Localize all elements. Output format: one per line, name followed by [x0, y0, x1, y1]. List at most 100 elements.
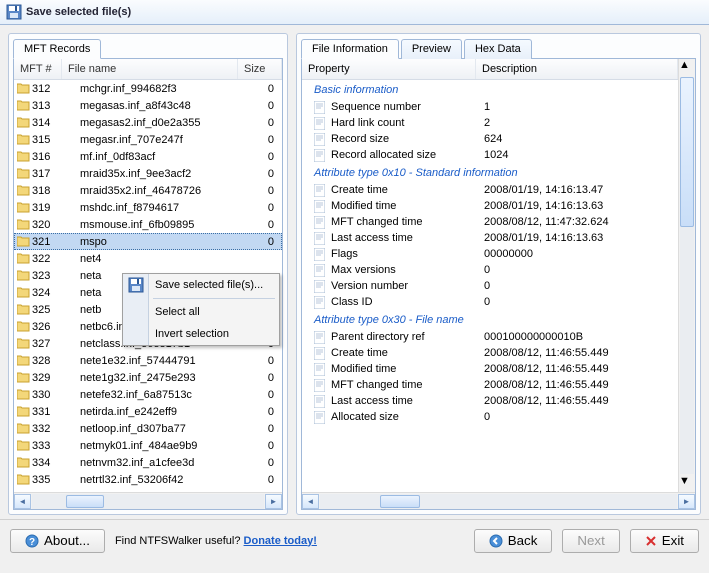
property-row[interactable]: Allocated size0 [302, 409, 678, 425]
table-row[interactable]: 315megasr.inf_707e247f0 [14, 131, 282, 148]
col-description[interactable]: Description [476, 59, 678, 79]
menu-select-all[interactable]: Select all [123, 301, 279, 323]
back-button[interactable]: Back [474, 529, 553, 553]
table-row[interactable]: 320msmouse.inf_6fb098950 [14, 216, 282, 233]
table-row[interactable]: 322net4 [14, 250, 282, 267]
property-row[interactable]: Modified time2008/01/19, 14:16:13.63 [302, 198, 678, 214]
scroll-left-icon[interactable]: ◄ [14, 494, 31, 509]
property-row[interactable]: Flags00000000 [302, 246, 678, 262]
cell-size: 0 [244, 423, 280, 435]
table-row[interactable]: 333netmyk01.inf_484ae9b90 [14, 437, 282, 454]
property-value: 000100000000010B [484, 331, 678, 343]
col-mft[interactable]: MFT # [14, 59, 62, 79]
horizontal-scrollbar[interactable]: ◄ ► [14, 492, 282, 509]
table-row[interactable]: 316mf.inf_0df83acf0 [14, 148, 282, 165]
scroll-up-icon[interactable]: ▲ [679, 59, 695, 76]
property-row[interactable]: Class ID0 [302, 294, 678, 310]
cell-mft: 312 [30, 83, 76, 95]
property-row[interactable]: Max versions0 [302, 262, 678, 278]
scroll-down-icon[interactable]: ▼ [679, 475, 695, 492]
help-icon: ? [25, 534, 39, 548]
property-row[interactable]: Record allocated size1024 [302, 147, 678, 163]
table-row[interactable]: 334netnvm32.inf_a1cfee3d0 [14, 454, 282, 471]
toolbar-title[interactable]: Save selected file(s) [26, 6, 131, 18]
property-key: Flags [328, 248, 484, 260]
folder-icon [16, 423, 30, 434]
save-icon[interactable] [6, 4, 22, 20]
property-row[interactable]: Create time2008/08/12, 11:46:55.449 [302, 345, 678, 361]
table-row[interactable]: 321mspo0 [14, 233, 282, 250]
cell-mft: 335 [30, 474, 76, 486]
scroll-thumb[interactable] [380, 495, 420, 508]
cell-mft: 320 [30, 219, 76, 231]
tab-mft-records[interactable]: MFT Records [13, 39, 101, 59]
table-row[interactable]: 313megasas.inf_a8f43c480 [14, 97, 282, 114]
scroll-thumb[interactable] [66, 495, 104, 508]
table-row[interactable]: 335netrtl32.inf_53206f420 [14, 471, 282, 488]
folder-icon [16, 457, 30, 468]
menu-save-selected[interactable]: Save selected file(s)... [123, 274, 279, 296]
table-row[interactable]: 330netefe32.inf_6a87513c0 [14, 386, 282, 403]
property-row[interactable]: Sequence number1 [302, 99, 678, 115]
table-row[interactable]: 314megasas2.inf_d0e2a3550 [14, 114, 282, 131]
file-info-panel: File Information Preview Hex Data Proper… [296, 33, 701, 515]
table-row[interactable]: 332netloop.inf_d307ba770 [14, 420, 282, 437]
file-icon [314, 296, 328, 309]
table-row[interactable]: 328nete1e32.inf_574447910 [14, 352, 282, 369]
menu-invert-selection[interactable]: Invert selection [123, 323, 279, 345]
about-button[interactable]: ? About... [10, 529, 105, 553]
col-property[interactable]: Property [302, 59, 476, 79]
donate-link[interactable]: Donate today! [244, 535, 317, 547]
horizontal-scrollbar[interactable]: ◄ ► [302, 492, 695, 509]
cell-mft: 317 [30, 168, 76, 180]
table-row[interactable]: 318mraid35x2.inf_464787260 [14, 182, 282, 199]
back-icon [489, 534, 503, 548]
table-row[interactable]: 317mraid35x.inf_9ee3acf20 [14, 165, 282, 182]
table-row[interactable]: 319mshdc.inf_f87946170 [14, 199, 282, 216]
property-value: 2008/01/19, 14:16:13.63 [484, 232, 678, 244]
cell-filename: netmyk01.inf_484ae9b9 [76, 440, 244, 452]
cell-mft: 318 [30, 185, 76, 197]
folder-icon [16, 236, 30, 247]
scroll-right-icon[interactable]: ► [678, 494, 695, 509]
col-filename[interactable]: File name [62, 59, 238, 79]
scroll-thumb[interactable] [680, 77, 694, 227]
property-row[interactable]: Version number0 [302, 278, 678, 294]
property-row[interactable]: Record size624 [302, 131, 678, 147]
file-icon [314, 331, 328, 344]
cell-filename: nete1g32.inf_2475e293 [76, 372, 244, 384]
next-button[interactable]: Next [562, 529, 619, 553]
exit-button[interactable]: Exit [630, 529, 699, 553]
property-row[interactable]: MFT changed time2008/08/12, 11:46:55.449 [302, 377, 678, 393]
tab-preview[interactable]: Preview [401, 39, 462, 59]
table-row[interactable]: 331netirda.inf_e242eff90 [14, 403, 282, 420]
vertical-scrollbar[interactable]: ▲ ▼ [678, 59, 695, 492]
property-row[interactable]: Hard link count2 [302, 115, 678, 131]
property-row[interactable]: Last access time2008/08/12, 11:46:55.449 [302, 393, 678, 409]
col-size[interactable]: Size [238, 59, 282, 79]
property-value: 2008/01/19, 14:16:13.47 [484, 184, 678, 196]
property-value: 2008/01/19, 14:16:13.63 [484, 200, 678, 212]
property-row[interactable]: Parent directory ref000100000000010B [302, 329, 678, 345]
cell-filename: mraid35x.inf_9ee3acf2 [76, 168, 244, 180]
tab-file-info[interactable]: File Information [301, 39, 399, 59]
property-row[interactable]: Last access time2008/01/19, 14:16:13.63 [302, 230, 678, 246]
property-row[interactable]: MFT changed time2008/08/12, 11:47:32.624 [302, 214, 678, 230]
property-value: 2 [484, 117, 678, 129]
scroll-left-icon[interactable]: ◄ [302, 494, 319, 509]
table-row[interactable]: 312mchgr.inf_994682f30 [14, 80, 282, 97]
property-value: 1024 [484, 149, 678, 161]
folder-icon [16, 338, 30, 349]
cell-size: 0 [244, 474, 280, 486]
tab-hex[interactable]: Hex Data [464, 39, 532, 59]
context-menu: Save selected file(s)... Select all Inve… [122, 273, 280, 346]
section-header: Basic information [302, 80, 678, 99]
table-row[interactable]: 329nete1g32.inf_2475e2930 [14, 369, 282, 386]
file-icon [314, 248, 328, 261]
cell-size: 0 [244, 83, 280, 95]
cell-mft: 328 [30, 355, 76, 367]
property-row[interactable]: Create time2008/01/19, 14:16:13.47 [302, 182, 678, 198]
scroll-right-icon[interactable]: ► [265, 494, 282, 509]
cell-filename: megasas.inf_a8f43c48 [76, 100, 244, 112]
property-row[interactable]: Modified time2008/08/12, 11:46:55.449 [302, 361, 678, 377]
